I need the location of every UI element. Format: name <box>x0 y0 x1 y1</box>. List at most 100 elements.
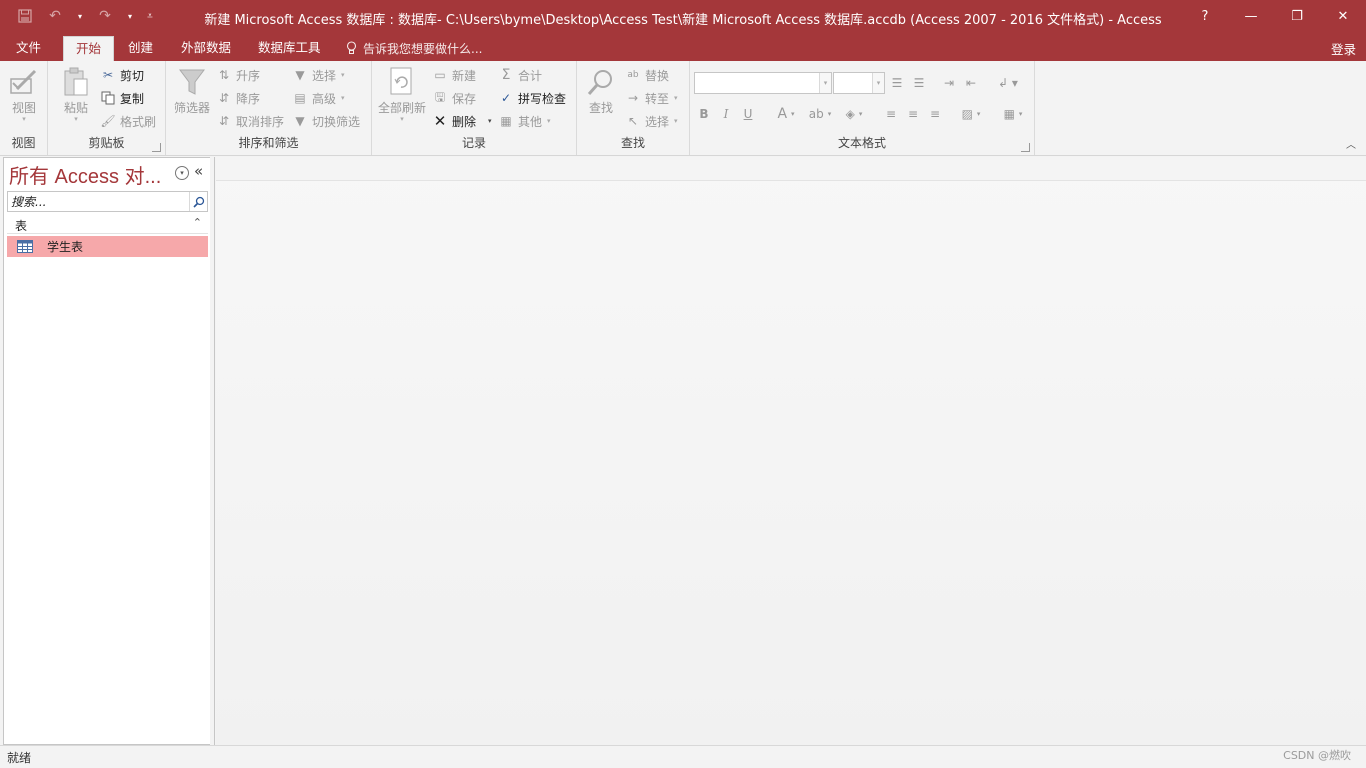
text-formatting-group-label: 文本格式 <box>837 136 886 150</box>
bullets-icon[interactable]: ☰ <box>888 74 906 92</box>
increase-indent-icon[interactable]: ⇥ <box>940 74 958 92</box>
document-tab-strip <box>216 157 1366 181</box>
document-workspace <box>216 157 1366 745</box>
restore-button[interactable]: ❐ <box>1274 0 1320 32</box>
format-painter-button[interactable]: 🖌 格式刷 <box>100 111 156 131</box>
scissors-icon: ✂ <box>102 68 114 82</box>
totals-button[interactable]: Σ 合计 <box>498 65 542 85</box>
minimize-button[interactable]: — <box>1228 0 1274 32</box>
selection-filter-icon: ▼ <box>295 68 305 82</box>
chevron-down-icon[interactable]: ▾ <box>488 117 492 125</box>
tab-database-tools[interactable]: 数据库工具 <box>246 36 333 61</box>
find-button[interactable]: 查找 <box>579 65 623 115</box>
align-right-icon[interactable]: ≡ <box>926 105 944 123</box>
selection-label: 选择 <box>312 68 337 83</box>
align-left-icon[interactable]: ≡ <box>882 105 900 123</box>
filter-button[interactable]: 筛选器 <box>170 65 214 115</box>
spelling-button[interactable]: ✓ 拼写检查 <box>498 88 566 108</box>
collapse-group-icon[interactable]: ⌃ <box>193 216 202 229</box>
underline-button[interactable]: U <box>740 105 756 123</box>
copy-label: 复制 <box>120 91 145 106</box>
new-record-button[interactable]: ▭ 新建 <box>432 65 476 85</box>
shutter-close-icon[interactable]: « <box>194 162 203 180</box>
save-record-icon: 🖫 <box>434 89 446 104</box>
sort-ascending-icon: ⇅ <box>218 68 230 82</box>
goto-label: 转至 <box>645 91 670 106</box>
sort-filter-group-label: 排序和筛选 <box>238 136 299 150</box>
numbering-icon[interactable]: ☰ <box>910 74 928 92</box>
chevron-down-icon[interactable]: ▾ <box>872 73 884 93</box>
descending-button[interactable]: ⇵ 降序 <box>216 88 260 108</box>
tab-file[interactable]: 文件 <box>4 36 53 61</box>
align-center-icon[interactable]: ≡ <box>904 105 922 123</box>
nav-search-input[interactable] <box>8 192 190 211</box>
nav-menu-icon[interactable]: ▾ <box>175 166 189 180</box>
bold-button[interactable]: B <box>696 105 712 123</box>
view-button[interactable]: 视图 ▾ <box>2 65 46 123</box>
clipboard-group-label: 剪贴板 <box>88 136 125 150</box>
font-color-icon[interactable]: A ▾ <box>772 105 800 123</box>
replace-icon: ab <box>627 70 639 80</box>
gridlines-icon[interactable]: ▦ ▾ <box>998 105 1028 123</box>
highlight-icon[interactable]: ab ▾ <box>804 105 836 123</box>
more-button[interactable]: ▦ 其他 ▾ <box>498 111 550 131</box>
find-group-label: 查找 <box>620 136 645 150</box>
ribbon: 视图 ▾ 视图 粘贴 ▾ ✂ 剪切 复制 🖌 格式刷 剪贴板 筛选器 ⇅ 升序 … <box>0 61 1366 156</box>
remove-sort-button[interactable]: ⇵ 取消排序 <box>216 111 284 131</box>
save-record-button[interactable]: 🖫 保存 <box>432 88 476 108</box>
replace-button[interactable]: ab 替换 <box>625 65 669 85</box>
tab-external-data[interactable]: 外部数据 <box>169 36 243 61</box>
clipboard-launcher-icon[interactable] <box>152 143 161 152</box>
help-button[interactable]: ? <box>1182 0 1228 32</box>
paragraph-direction-icon[interactable]: ↲ ▾ <box>994 74 1022 92</box>
tab-create[interactable]: 创建 <box>116 36 165 61</box>
nav-group-label: 表 <box>15 219 28 233</box>
select-button[interactable]: ↖ 选择 ▾ <box>625 111 678 131</box>
text-formatting-launcher-icon[interactable] <box>1021 143 1030 152</box>
select-label: 选择 <box>645 114 670 129</box>
search-icon[interactable] <box>189 192 207 211</box>
italic-button[interactable]: I <box>718 105 734 123</box>
text-formatting-group: ▾ ▾ ☰ ☰ ⇥ ⇤ ↲ ▾ B I U A ▾ ab ▾ ◈ ▾ ≡ ≡ ≡ ▨ ▾… <box>690 61 1035 155</box>
records-group: 全部刷新 ▾ ▭ 新建 🖫 保存 ✕ 删除 ▾ Σ 合计 ✓ 拼写检查 ▦ 其他… <box>372 61 577 155</box>
delete-x-icon: ✕ <box>433 112 447 130</box>
copy-button[interactable]: 复制 <box>100 88 144 108</box>
font-size-combo[interactable]: ▾ <box>833 72 885 94</box>
tell-me-box[interactable]: 告诉我您想要做什么... <box>346 37 482 59</box>
refresh-all-button[interactable]: 全部刷新 ▾ <box>378 65 426 123</box>
toggle-filter-icon: ▼ <box>295 114 305 128</box>
advanced-filter-button[interactable]: ▤ 高级 ▾ <box>292 88 344 108</box>
paste-button[interactable]: 粘贴 ▾ <box>54 65 98 123</box>
chevron-down-icon: ▾ <box>674 117 678 125</box>
close-button[interactable]: ✕ <box>1320 0 1366 32</box>
ascending-button[interactable]: ⇅ 升序 <box>216 65 260 85</box>
spelling-label: 拼写检查 <box>518 91 567 106</box>
nav-group-tables[interactable]: 表 ⌃ <box>7 215 208 234</box>
title-bar: ↶ ▾ ↷ ▾ ⩡ 新建 Microsoft Access 数据库 : 数据库-… <box>0 0 1366 34</box>
chevron-down-icon[interactable]: ▾ <box>819 73 831 93</box>
chevron-down-icon: ▾ <box>341 71 345 79</box>
views-group-label: 视图 <box>11 136 36 150</box>
cursor-icon: ↖ <box>627 114 639 128</box>
collapse-ribbon-icon[interactable]: ︿ <box>1346 136 1356 151</box>
goto-button[interactable]: → 转至 ▾ <box>625 88 678 108</box>
sign-in-link[interactable]: 登录 <box>1331 39 1356 58</box>
gridline-color-icon[interactable]: ▨ ▾ <box>956 105 986 123</box>
nav-item-student-table[interactable]: 学生表 <box>7 236 208 257</box>
selection-filter-button[interactable]: ▼ 选择 ▾ <box>292 65 345 85</box>
decrease-indent-icon[interactable]: ⇤ <box>962 74 980 92</box>
nav-item-label: 学生表 <box>47 240 84 254</box>
magnifier-icon <box>585 65 617 99</box>
tab-home[interactable]: 开始 <box>63 36 115 61</box>
lightbulb-icon <box>346 41 357 54</box>
nav-splitter[interactable] <box>210 157 215 745</box>
sigma-icon: Σ <box>501 67 511 83</box>
toggle-filter-button[interactable]: ▼ 切换筛选 <box>292 111 360 131</box>
save-label: 保存 <box>452 91 477 106</box>
nav-title[interactable]: 所有 Access 对... <box>9 160 161 189</box>
cut-button[interactable]: ✂ 剪切 <box>100 65 144 85</box>
delete-record-button[interactable]: ✕ 删除 ▾ <box>432 111 492 131</box>
remove-sort-label: 取消排序 <box>236 114 285 129</box>
font-name-combo[interactable]: ▾ <box>694 72 832 94</box>
fill-color-icon[interactable]: ◈ ▾ <box>838 105 870 123</box>
